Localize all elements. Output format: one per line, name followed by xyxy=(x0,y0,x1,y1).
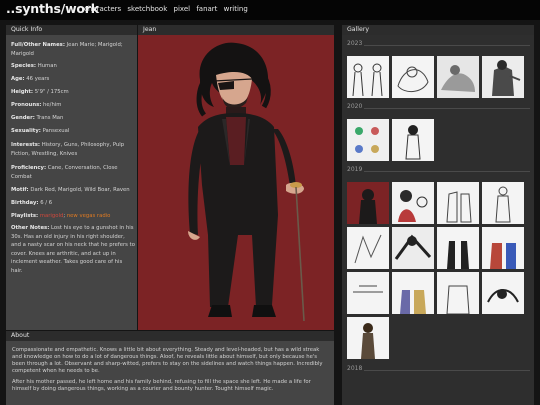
field-names: Full/Other Names: Jean Marie; Marigold; … xyxy=(11,42,123,57)
gallery-thumb[interactable] xyxy=(347,182,389,224)
year-divider xyxy=(364,370,530,371)
gallery-thumb[interactable] xyxy=(347,272,389,314)
gallery-thumb[interactable] xyxy=(482,182,524,224)
gallery-thumb[interactable] xyxy=(392,119,434,161)
gallery-thumb[interactable] xyxy=(347,56,389,98)
main-nav: characters sketchbook pixel fanart writi… xyxy=(84,5,252,13)
character-portrait[interactable] xyxy=(138,35,334,330)
gallery-thumb[interactable] xyxy=(437,272,479,314)
quick-info-panel: Full/Other Names: Jean Marie; Marigold; … xyxy=(6,35,137,330)
year-label-2018: 2018 xyxy=(347,365,363,372)
field-sexuality: Sexuality: Pansexual xyxy=(11,128,70,134)
field-interests: Interests: History, Guns, Philosophy, Pu… xyxy=(11,142,125,157)
year-label-2019: 2019 xyxy=(347,166,363,173)
year-divider xyxy=(364,171,530,172)
nav-writing[interactable]: writing xyxy=(224,5,248,13)
playlist-link-marigold[interactable]: marigold xyxy=(40,213,64,219)
nav-sketchbook[interactable]: sketchbook xyxy=(127,5,167,13)
year-divider xyxy=(364,108,530,109)
year-label-2023: 2023 xyxy=(347,40,363,47)
gallery-thumb[interactable] xyxy=(482,272,524,314)
gallery-thumb[interactable] xyxy=(482,56,524,98)
year-label-2020: 2020 xyxy=(347,103,363,110)
year-divider xyxy=(364,45,530,46)
gallery-heading: Gallery xyxy=(342,25,534,35)
portrait-heading: Jean xyxy=(138,25,334,35)
character-illustration xyxy=(188,42,305,322)
gallery-thumb[interactable] xyxy=(437,56,479,98)
about-heading: About xyxy=(6,331,334,341)
gallery-thumb[interactable] xyxy=(482,227,524,269)
about-paragraph-2: After his mother passed, he left home an… xyxy=(12,379,311,392)
gallery-thumb[interactable] xyxy=(392,182,434,224)
field-height: Height: 5'9" / 175cm xyxy=(11,89,69,95)
field-motif: Motif: Dark Red, Marigold, Wild Boar, Ra… xyxy=(11,187,130,193)
nav-pixel[interactable]: pixel xyxy=(174,5,191,13)
field-species: Species: Human xyxy=(11,63,57,69)
nav-characters[interactable]: characters xyxy=(84,5,121,13)
about-paragraph-1: Compassionate and empathetic. Knows a li… xyxy=(12,347,323,374)
gallery-thumb[interactable] xyxy=(347,119,389,161)
field-birthday: Birthday: 6 / 6 xyxy=(11,200,53,206)
top-bar: ..synths/work characters sketchbook pixe… xyxy=(0,0,540,20)
gallery-thumb[interactable] xyxy=(347,317,389,359)
playlist-link-new-vegas-radio[interactable]: new vegas radio xyxy=(67,213,111,219)
field-gender: Gender: Trans Man xyxy=(11,115,64,121)
gallery-thumb[interactable] xyxy=(392,227,434,269)
field-other-notes: Other Notes: Lost his eye to a gunshot i… xyxy=(11,225,135,274)
field-playlists: Playlists: marigold; new vegas radio xyxy=(11,213,111,219)
nav-fanart[interactable]: fanart xyxy=(196,5,217,13)
field-pronouns: Pronouns: he/him xyxy=(11,102,62,108)
gallery-thumb[interactable] xyxy=(392,56,434,98)
gallery-thumb[interactable] xyxy=(437,227,479,269)
gallery-thumb[interactable] xyxy=(347,227,389,269)
about-panel: Compassionate and empathetic. Knows a li… xyxy=(6,341,334,405)
gallery-thumb[interactable] xyxy=(392,272,434,314)
quick-info-heading: Quick Info xyxy=(6,25,137,35)
gallery-thumb[interactable] xyxy=(437,182,479,224)
field-proficiency: Proficiency: Cane, Conversation, Close C… xyxy=(11,165,118,180)
field-age: Age: 46 years xyxy=(11,76,50,82)
